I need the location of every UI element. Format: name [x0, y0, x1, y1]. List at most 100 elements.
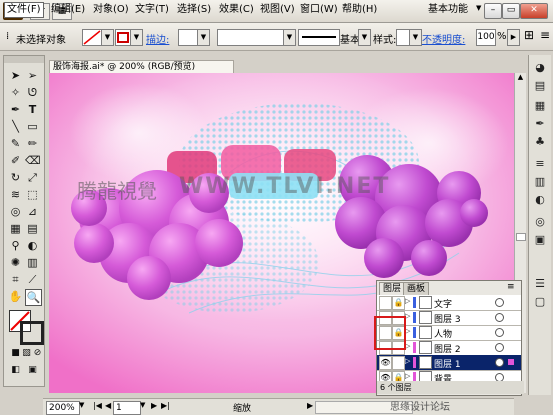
layer-name[interactable]: 文字	[434, 297, 452, 310]
artboard-dropdown-icon[interactable]: ▼	[140, 401, 145, 409]
zoom-tool-icon[interactable]: 🔍	[25, 289, 42, 306]
pencil-tool-icon[interactable]: ✏	[25, 136, 40, 151]
menu-type[interactable]: 文字(T)	[133, 3, 171, 17]
opacity-dropdown[interactable]: ▶	[507, 29, 520, 46]
swatches-panel-icon[interactable]: ▦	[533, 99, 547, 113]
symbols-panel-icon[interactable]: ♣	[533, 135, 547, 149]
hand-tool-icon[interactable]: ✋	[8, 289, 23, 304]
panel-menu-icon[interactable]: ≡	[540, 28, 550, 42]
menu-edit[interactable]: 编辑(E)	[49, 3, 87, 17]
scroll-thumb[interactable]	[516, 233, 526, 241]
lasso-tool-icon[interactable]: ᘎ	[25, 85, 40, 100]
target-icon[interactable]	[495, 328, 504, 337]
target-icon[interactable]	[495, 298, 504, 307]
perspective-grid-tool-icon[interactable]: ⊿	[25, 204, 40, 219]
mesh-tool-icon[interactable]: ▦	[8, 221, 23, 236]
lock-icon[interactable]: 🔒	[392, 296, 405, 310]
workspace-dropdown-icon[interactable]: ▼	[476, 4, 481, 12]
stroke-weight-dropdown[interactable]: ▼	[197, 29, 210, 46]
stroke-weight-input[interactable]	[178, 29, 198, 46]
tab-artboards[interactable]: 画板	[403, 282, 430, 295]
symbol-sprayer-tool-icon[interactable]: ✺	[8, 255, 23, 270]
magic-wand-tool-icon[interactable]: ✧	[8, 85, 23, 100]
align-icon[interactable]: ⊞	[524, 28, 534, 42]
document-tab[interactable]: 服饰海报.ai* @ 200% (RGB/预览)	[49, 60, 234, 74]
artboards-panel-icon[interactable]: ▢	[533, 295, 547, 309]
target-icon[interactable]	[495, 358, 504, 367]
slice-tool-icon[interactable]: ⟋	[25, 272, 40, 287]
opacity-label[interactable]: 不透明度:	[422, 31, 465, 46]
prev-artboard-icon[interactable]: ◀	[105, 401, 111, 410]
stroke-dropdown[interactable]: ▼	[130, 29, 143, 46]
type-tool-icon[interactable]: T	[25, 102, 40, 117]
layers-menu-icon[interactable]: ≡	[507, 282, 515, 292]
expand-arrow-icon[interactable]: ▷	[405, 357, 410, 365]
layer-name[interactable]: 人物	[434, 327, 452, 340]
menu-file[interactable]: 文件(F)	[4, 2, 44, 18]
brush-dropdown[interactable]: ▼	[358, 29, 371, 46]
expand-arrow-icon[interactable]: ▷	[405, 372, 410, 380]
target-icon[interactable]	[495, 343, 504, 352]
direct-selection-tool-icon[interactable]: ➢	[25, 68, 40, 83]
menu-effect[interactable]: 效果(C)	[217, 3, 256, 17]
screen-mode-icon[interactable]: ▣	[25, 363, 40, 378]
stroke-swatch[interactable]	[115, 29, 131, 46]
layer-row[interactable]: 🔒 ▷ 文字	[377, 295, 521, 311]
fill-swatch[interactable]	[82, 29, 102, 46]
blob-brush-tool-icon[interactable]: ✐	[8, 153, 23, 168]
lock-toggle[interactable]	[392, 356, 405, 370]
warp-tool-icon[interactable]: ≋	[8, 187, 23, 202]
color-panel-icon[interactable]: ◕	[533, 61, 547, 75]
menu-select[interactable]: 选择(S)	[175, 3, 213, 17]
color-guide-icon[interactable]: ▤	[533, 79, 547, 93]
restore-button[interactable]: ▭	[502, 3, 520, 19]
selection-indicator[interactable]	[508, 359, 514, 365]
layer-row-selected[interactable]: 👁 ▷ 图层 1	[377, 355, 521, 371]
free-transform-tool-icon[interactable]: ⬚	[25, 187, 40, 202]
variable-width-dropdown[interactable]: ▼	[283, 29, 296, 46]
artboard-number-field[interactable]: 1	[113, 401, 141, 415]
brush-preview[interactable]	[298, 29, 340, 46]
menu-help[interactable]: 帮助(H)	[340, 3, 379, 17]
transparency-panel-icon[interactable]: ◐	[533, 193, 547, 207]
column-graph-tool-icon[interactable]: ▥	[25, 255, 40, 270]
visibility-toggle[interactable]	[379, 296, 392, 310]
variable-width-select[interactable]	[217, 29, 284, 46]
tab-layers[interactable]: 图层	[379, 282, 406, 295]
target-icon[interactable]	[495, 313, 504, 322]
graphic-style-dropdown[interactable]: ▼	[409, 29, 422, 46]
rotate-tool-icon[interactable]: ↻	[8, 170, 23, 185]
eyedropper-tool-icon[interactable]: ⚲	[8, 238, 23, 253]
layer-name[interactable]: 图层 2	[434, 342, 461, 355]
close-button[interactable]: ✕	[520, 3, 548, 19]
scale-tool-icon[interactable]: ⤢	[25, 170, 40, 185]
eraser-tool-icon[interactable]: ⌫	[25, 153, 41, 168]
gradient-tool-icon[interactable]: ▤	[25, 221, 40, 236]
selection-tool-icon[interactable]: ➤	[8, 68, 23, 83]
status-menu-icon[interactable]: ▶	[307, 401, 313, 410]
layers-panel-icon[interactable]: ☰	[533, 277, 547, 291]
last-artboard-icon[interactable]: ▶|	[161, 401, 170, 410]
opacity-input[interactable]: 100	[476, 29, 496, 46]
gradient-panel-icon[interactable]: ▥	[533, 175, 547, 189]
shape-builder-tool-icon[interactable]: ◎	[8, 204, 23, 219]
stroke-color-box[interactable]	[20, 321, 44, 345]
expand-arrow-icon[interactable]: ▷	[405, 297, 410, 305]
pen-tool-icon[interactable]: ✒	[8, 102, 23, 117]
zoom-level-field[interactable]: 200%	[46, 401, 80, 415]
tools-panel-header[interactable]	[4, 56, 44, 63]
none-mode-icon[interactable]: ⊘	[30, 346, 45, 361]
stroke-panel-icon[interactable]: ≡	[533, 157, 547, 171]
first-artboard-icon[interactable]: |◀	[93, 401, 102, 410]
workspace-switcher[interactable]: 基本功能	[428, 3, 468, 17]
stroke-label[interactable]: 描边:	[146, 31, 169, 46]
zoom-dropdown-icon[interactable]: ▼	[79, 401, 84, 409]
menu-view[interactable]: 视图(V)	[258, 3, 297, 17]
graphic-style-swatch[interactable]	[396, 29, 410, 46]
layer-name[interactable]: 图层 3	[434, 312, 461, 325]
brushes-panel-icon[interactable]: ✒	[533, 117, 547, 131]
draw-normal-icon[interactable]: ◧	[8, 363, 23, 378]
artboard-tool-icon[interactable]: ⌗	[8, 272, 23, 287]
blend-tool-icon[interactable]: ◐	[25, 238, 40, 253]
paintbrush-tool-icon[interactable]: ✎	[8, 136, 23, 151]
